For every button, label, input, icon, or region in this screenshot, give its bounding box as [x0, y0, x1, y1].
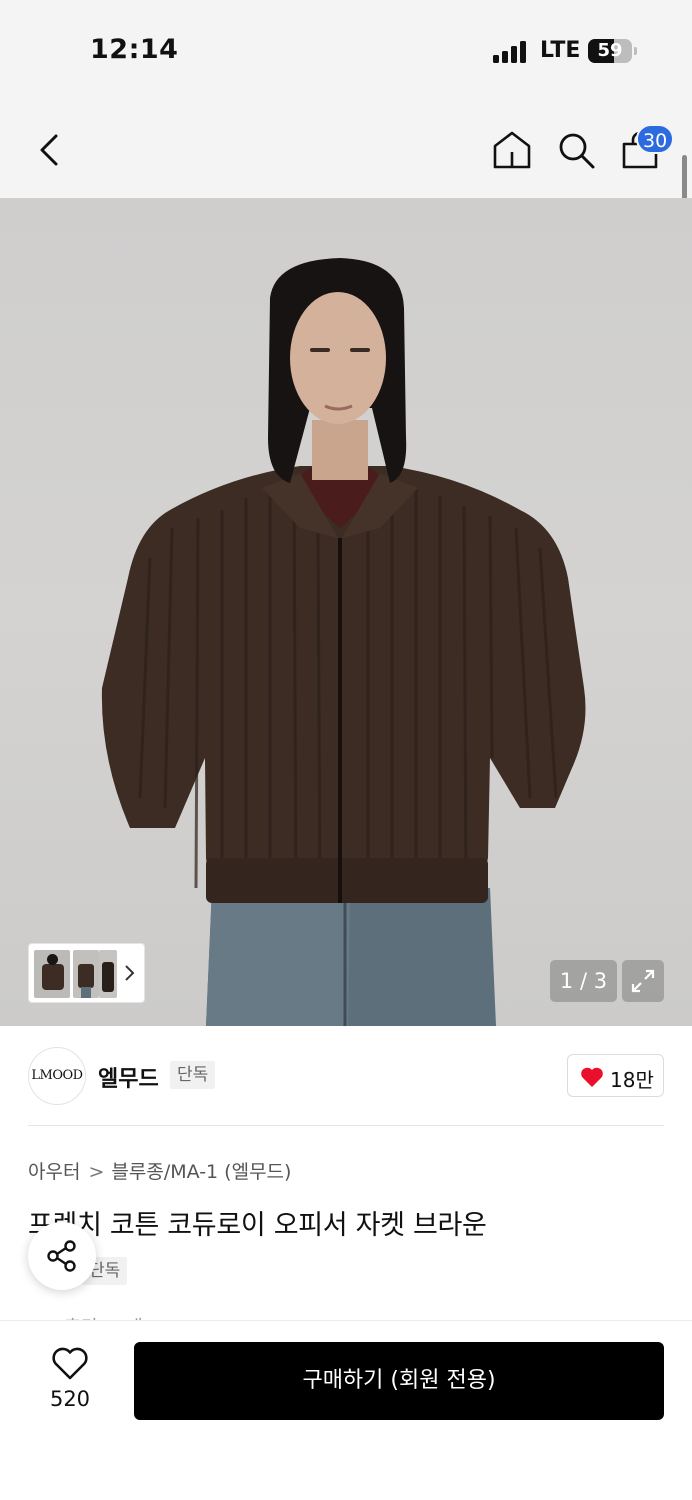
image-counter: 1 / 3	[550, 960, 617, 1002]
status-time: 12:14	[90, 34, 179, 65]
breadcrumb: 아우터 > 블루종/MA-1 (엘무드)	[28, 1157, 291, 1184]
home-icon[interactable]	[490, 130, 534, 170]
brand-row: LMOOD 엘무드 단독 18만	[0, 1026, 692, 1126]
product-image[interactable]: 1 / 3	[0, 198, 692, 1026]
status-bar: 12:14 LTE 59	[0, 0, 692, 100]
cart-count-badge[interactable]: 30	[636, 124, 675, 154]
share-button[interactable]	[28, 1222, 96, 1290]
signal-icon	[493, 41, 529, 63]
brand-exclusive-tag: 단독	[170, 1061, 216, 1089]
thumbnail-2[interactable]	[73, 950, 99, 998]
back-icon[interactable]	[32, 130, 68, 170]
expand-button[interactable]	[622, 960, 664, 1002]
brand-name[interactable]: 엘무드	[98, 1061, 159, 1093]
nav-bar: 30	[0, 100, 692, 198]
heart-icon	[581, 1067, 603, 1087]
brand-logo[interactable]: LMOOD	[28, 1047, 86, 1105]
bottom-action-bar: 520 구매하기 (회원 전용)	[0, 1320, 692, 1500]
battery-level: 59	[597, 40, 623, 61]
share-icon	[47, 1240, 76, 1272]
wishlist-count: 520	[49, 1387, 91, 1411]
brand-like-count: 18만	[610, 1068, 654, 1092]
breadcrumb-category[interactable]: 아우터	[28, 1161, 80, 1183]
battery-cap	[634, 47, 637, 55]
thumbnail-strip[interactable]	[28, 943, 145, 1003]
expand-icon	[631, 969, 655, 993]
brand-like-button[interactable]: 18만	[567, 1054, 664, 1097]
model-photo	[101, 258, 586, 1026]
battery-icon: 59	[588, 39, 632, 63]
thumbnail-1[interactable]	[34, 950, 70, 998]
breadcrumb-subcategory[interactable]: 블루종/MA-1 (엘무드)	[111, 1161, 291, 1183]
search-icon[interactable]	[556, 130, 596, 170]
chevron-right-icon[interactable]	[124, 962, 136, 984]
buy-button[interactable]: 구매하기 (회원 전용)	[134, 1342, 664, 1420]
product-title: 프렌치 코튼 코듀로이 오피서 자켓 브라운	[28, 1210, 487, 1241]
heart-outline-icon[interactable]	[51, 1347, 89, 1381]
network-label: LTE	[540, 38, 581, 63]
divider	[28, 1125, 664, 1126]
thumbnail-3[interactable]	[99, 950, 117, 998]
breadcrumb-separator: >	[88, 1161, 105, 1183]
